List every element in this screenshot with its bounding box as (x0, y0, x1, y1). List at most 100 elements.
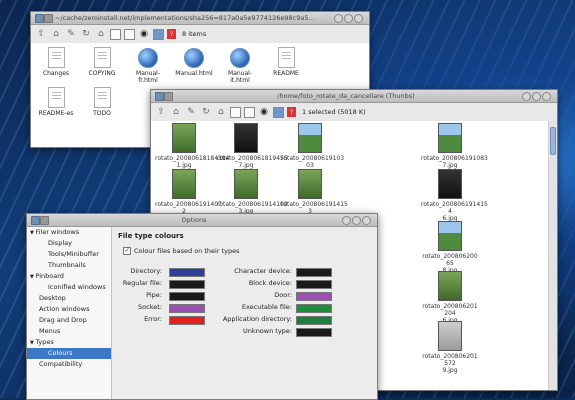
refresh-icon[interactable]: ↻ (200, 106, 212, 118)
help-icon[interactable]: ? (287, 107, 296, 117)
photo-thumbnail (438, 321, 462, 351)
file-item[interactable]: Manual.html (173, 47, 215, 77)
colour-swatch-button[interactable] (169, 304, 205, 313)
section-heading: File type colours (118, 232, 184, 240)
html-file-icon (138, 48, 158, 68)
sidebar-item[interactable]: Menus (27, 326, 111, 337)
colour-swatch-button[interactable] (169, 316, 205, 325)
file-item[interactable]: Changes (35, 47, 77, 77)
vertical-scrollbar[interactable] (548, 121, 557, 390)
colour-swatch-button[interactable] (169, 268, 205, 277)
sidebar-item[interactable]: Colours (27, 348, 111, 359)
help-icon[interactable]: ? (167, 29, 176, 39)
thumbnail-name-line2: 1.jpg (176, 162, 192, 169)
sidebar-item[interactable]: ▼ Types (27, 337, 111, 348)
refresh-icon[interactable]: ↻ (80, 28, 92, 40)
thumbnail-item[interactable]: rotato_200806191415 4 6.jpg (421, 169, 488, 222)
thumbnail-item[interactable]: rotato_2008061819455 7.jpg (217, 123, 288, 169)
window-titlebar[interactable]: Options (27, 214, 377, 227)
file-item[interactable]: COPYING (81, 47, 123, 77)
large-icons-icon[interactable] (244, 106, 255, 118)
colour-swatch-button[interactable] (296, 280, 332, 289)
thumbnail-item[interactable]: rotato_2008061914102 3.jpg (217, 169, 288, 215)
maximize-button[interactable] (532, 92, 541, 101)
sidebar-item[interactable]: Desktop (27, 293, 111, 304)
thumbnail-item[interactable]: rotato_20080618184394 1.jpg (155, 123, 230, 169)
file-name: Changes (42, 70, 70, 77)
thumbnail-name-line2: 9.jpg (442, 367, 458, 374)
sidebar-item[interactable]: Tools/Minibuffer (27, 249, 111, 260)
scripts-icon[interactable]: ⌂ (95, 28, 107, 40)
window-titlebar[interactable]: ~/cache/zeroinstall.net/implementations/… (31, 12, 369, 25)
scrollbar-thumb[interactable] (550, 127, 556, 155)
close-button[interactable] (354, 14, 363, 23)
window-shade-icon[interactable] (44, 14, 53, 23)
file-item[interactable]: README-es (35, 87, 77, 117)
scripts-icon[interactable]: ⌂ (215, 106, 227, 118)
colour-label: Character device: (234, 267, 292, 275)
maximize-button[interactable] (352, 216, 361, 225)
colour-swatch-button[interactable] (296, 268, 332, 277)
window-menu-icon[interactable] (155, 92, 164, 101)
up-arrow-icon[interactable]: ⇧ (155, 106, 167, 118)
sidebar-item[interactable]: ▼ Pinboard (27, 271, 111, 282)
file-name: TODO (93, 110, 111, 117)
sidebar-item[interactable]: ▼ Filer windows (27, 227, 111, 238)
colour-swatch-button[interactable] (296, 328, 332, 337)
large-icons-icon[interactable] (124, 28, 135, 40)
colour-swatch-button[interactable] (169, 292, 205, 301)
home-icon[interactable]: ⌂ (170, 106, 182, 118)
select-icon[interactable] (153, 28, 164, 40)
file-item[interactable]: TODO (81, 87, 123, 117)
checkbox-mark[interactable]: ✓ (123, 247, 131, 255)
window-menu-icon[interactable] (35, 14, 44, 23)
thumbnail-item[interactable]: rotato_200806201 2046.jpg (421, 271, 479, 324)
hidden-files-icon[interactable]: ◉ (258, 106, 270, 118)
maximize-button[interactable] (344, 14, 353, 23)
file-name: Manual-fr.html (136, 70, 160, 84)
window-shade-icon[interactable] (40, 216, 49, 225)
up-arrow-icon[interactable]: ⇧ (35, 28, 47, 40)
thumbnail-item[interactable]: rotato_200806200 658.jpg (421, 221, 479, 274)
colour-swatch-button[interactable] (296, 316, 332, 325)
sidebar-item-label: Iconified windows (48, 283, 106, 291)
hidden-files-icon[interactable]: ◉ (138, 28, 150, 40)
text-file-icon (93, 47, 111, 68)
text-file-icon (277, 47, 295, 68)
sidebar-item[interactable]: Display (27, 238, 111, 249)
close-button[interactable] (362, 216, 371, 225)
photo-thumbnail (172, 169, 196, 199)
window-menu-icon[interactable] (31, 216, 40, 225)
thumbnail-item[interactable]: rotato_200806191083 7.jpg (421, 123, 488, 169)
close-button[interactable] (542, 92, 551, 101)
thumbnail-name-line2: 7.jpg (442, 162, 458, 169)
window-titlebar[interactable]: /home/foto_rotate_da_cancellare (Thunbs) (151, 90, 557, 103)
sidebar-item[interactable]: Compatibility (27, 359, 111, 370)
file-item[interactable]: Manual-it.html (219, 47, 261, 84)
small-icons-icon[interactable] (230, 106, 241, 118)
minimize-button[interactable] (334, 14, 343, 23)
file-item[interactable]: README (265, 47, 307, 77)
colour-swatch-button[interactable] (169, 280, 205, 289)
file-item[interactable]: Manual-fr.html (127, 47, 169, 84)
sidebar-item[interactable]: Drag and Drop (27, 315, 111, 326)
sidebar-item-label: Compatibility (39, 360, 83, 368)
colour-swatch-button[interactable] (296, 292, 332, 301)
sidebar-item[interactable]: Thumbnails (27, 260, 111, 271)
select-icon[interactable] (273, 106, 284, 118)
photo-thumbnail (234, 123, 258, 153)
bookmarks-icon[interactable]: ✎ (185, 106, 197, 118)
minimize-button[interactable] (522, 92, 531, 101)
minimize-button[interactable] (342, 216, 351, 225)
thumbnail-item[interactable]: rotato_200806201 572 9.jpg (421, 321, 479, 374)
window-shade-icon[interactable] (164, 92, 173, 101)
colour-label: Directory: (130, 267, 162, 275)
small-icons-icon[interactable] (110, 28, 121, 40)
home-icon[interactable]: ⌂ (50, 28, 62, 40)
colour-swatch-button[interactable] (296, 304, 332, 313)
colour-by-type-checkbox[interactable]: ✓ Colour files based on their types (123, 247, 239, 255)
bookmarks-icon[interactable]: ✎ (65, 28, 77, 40)
filer-toolbar: ⇧ ⌂ ✎ ↻ ⌂ ◉ ? 8 items (31, 25, 369, 44)
sidebar-item[interactable]: Iconified windows (27, 282, 111, 293)
sidebar-item[interactable]: Action windows (27, 304, 111, 315)
